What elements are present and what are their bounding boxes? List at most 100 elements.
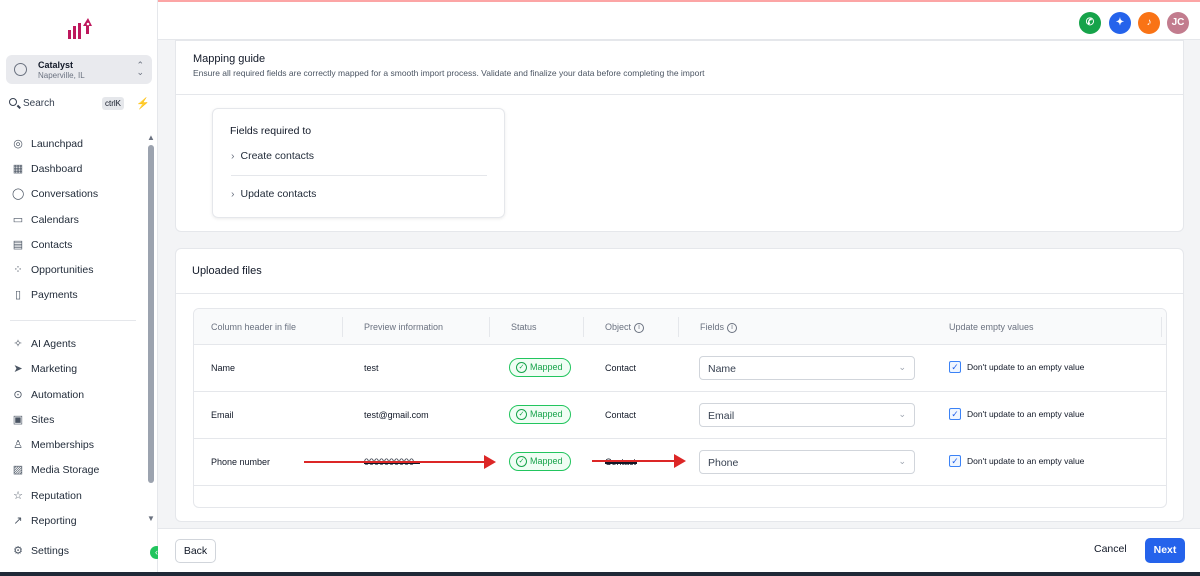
header-divider — [583, 317, 584, 337]
create-contacts-label: Create contacts — [240, 150, 315, 162]
bell-icon[interactable]: ♪ — [1138, 12, 1160, 34]
sparkle-icon: ✧ — [13, 338, 23, 350]
payments-icon: ▯ — [14, 289, 22, 301]
logo-icon[interactable] — [66, 14, 94, 42]
table-row: Name test ✓ Mapped Contact Name ⌄ ✓ Don't … — [194, 345, 1166, 392]
info-icon[interactable]: i — [634, 322, 645, 333]
back-button[interactable]: Back — [175, 539, 216, 563]
chevron-right-icon: › — [231, 188, 235, 200]
annotation-arrow — [304, 455, 496, 469]
sidebar-item-opportunities[interactable]: ⁘ Opportunities — [10, 260, 142, 280]
table-row: Email test@gmail.com ✓ Mapped Contact Ema… — [194, 392, 1166, 439]
preview-cell: test — [364, 363, 379, 373]
update-empty-checkbox[interactable]: ✓ — [949, 408, 961, 420]
sidebar-item-contacts[interactable]: ▤ Contacts — [10, 235, 142, 255]
field-select[interactable]: Phone ⌄ — [699, 450, 915, 474]
bolt-icon[interactable]: ⚡ — [136, 97, 150, 110]
sidebar-item-conversations[interactable]: ◯ Conversations — [10, 184, 142, 204]
sidebar-item-launchpad[interactable]: ◎ Launchpad — [10, 134, 142, 154]
gear-icon: ⚙ — [13, 545, 23, 557]
search-icon — [9, 98, 17, 106]
header-update-empty: Update empty values — [949, 322, 1034, 332]
sidebar: Catalyst Naperville, IL ⌃ ⌄ Search ctrlK … — [0, 0, 158, 576]
sidebar-item-settings[interactable]: ⚙ Settings — [10, 541, 142, 561]
search-input[interactable]: Search ctrlK — [6, 96, 130, 113]
sidebar-item-reporting[interactable]: ↗ Reporting — [10, 511, 142, 531]
object-cell: Contact — [605, 363, 637, 373]
check-circle-icon: ✓ — [516, 456, 527, 467]
sidebar-item-dashboard[interactable]: ▦ Dashboard — [10, 159, 142, 179]
sidebar-item-marketing[interactable]: ➤ Marketing — [10, 359, 142, 379]
update-contacts-toggle[interactable]: › Update contacts — [231, 188, 316, 200]
check-circle-icon: ✓ — [516, 409, 527, 420]
sidebar-item-reputation[interactable]: ☆ Reputation — [10, 486, 142, 506]
update-empty-checkbox[interactable]: ✓ — [949, 361, 961, 373]
sidebar-item-automation[interactable]: ⊙ Automation — [10, 385, 142, 405]
create-contacts-toggle[interactable]: › Create contacts — [231, 150, 314, 162]
status-badge: ✓ Mapped — [509, 452, 571, 471]
account-switcher[interactable]: Catalyst Naperville, IL ⌃ ⌄ — [6, 55, 152, 84]
shortcut-badge: ctrlK — [102, 97, 124, 110]
mapping-guide-card: Mapping guide Ensure all required fields… — [175, 40, 1184, 232]
header-object-label: Object — [605, 322, 632, 332]
chevron-down-icon: ⌄ — [898, 362, 906, 372]
field-select[interactable]: Email ⌄ — [699, 403, 915, 427]
header-fields: Fields i — [700, 322, 738, 333]
sidebar-item-label: Dashboard — [31, 163, 83, 175]
next-button[interactable]: Next — [1145, 538, 1185, 563]
check-circle-icon: ✓ — [516, 362, 527, 373]
scroll-down-icon[interactable]: ▼ — [147, 514, 155, 523]
sites-icon: ▣ — [12, 414, 24, 426]
header-divider — [342, 317, 343, 337]
sidebar-item-memberships[interactable]: ♙ Memberships — [10, 435, 142, 455]
info-icon[interactable]: i — [727, 322, 738, 333]
mapping-guide-title: Mapping guide — [193, 53, 266, 65]
sidebar-item-sites[interactable]: ▣ Sites — [10, 410, 142, 430]
update-empty-checkbox[interactable]: ✓ — [949, 455, 961, 467]
sidebar-item-media-storage[interactable]: ▨ Media Storage — [10, 460, 142, 480]
sidebar-item-ai-agents[interactable]: ✧ AI Agents — [10, 334, 142, 354]
header-divider — [489, 317, 490, 337]
opportunities-icon: ⁘ — [13, 264, 23, 276]
sidebar-item-payments[interactable]: ▯ Payments — [10, 285, 142, 305]
field-select-value: Name — [708, 363, 737, 375]
mapping-guide-subtitle: Ensure all required fields are correctly… — [193, 68, 705, 78]
sidebar-item-label: Opportunities — [31, 264, 94, 276]
field-select[interactable]: Name ⌄ — [699, 356, 915, 380]
top-bar: ✆ ✦ ♪ JC — [158, 0, 1200, 40]
automation-icon: ⊙ — [13, 389, 23, 401]
rocket-icon: ◎ — [13, 138, 23, 150]
update-empty-label: Don't update to an empty value — [967, 409, 1085, 419]
sidebar-item-calendars[interactable]: ▭ Calendars — [10, 210, 142, 230]
footer-bar: Back Cancel Next — [158, 528, 1200, 576]
window-bottom-edge — [0, 572, 1200, 576]
send-icon: ➤ — [13, 363, 23, 375]
field-select-value: Phone — [708, 457, 739, 469]
uploaded-files-card: Uploaded files Column header in file Pre… — [175, 248, 1184, 522]
status-label: Mapped — [530, 362, 563, 372]
sidebar-item-label: Automation — [31, 389, 85, 401]
column-header-cell: Phone number — [211, 457, 271, 467]
sidebar-item-label: Contacts — [31, 239, 73, 251]
column-header-cell: Email — [211, 410, 234, 420]
sidebar-item-label: Launchpad — [31, 138, 83, 150]
status-badge: ✓ Mapped — [509, 358, 571, 377]
header-column: Column header in file — [211, 322, 297, 332]
sidebar-item-label: Sites — [31, 414, 55, 426]
sidebar-item-label: Media Storage — [31, 464, 100, 476]
user-icon — [14, 63, 27, 76]
sparkle-ai-icon[interactable]: ✦ — [1109, 12, 1131, 34]
phone-icon[interactable]: ✆ — [1079, 12, 1101, 34]
status-label: Mapped — [530, 456, 563, 466]
star-icon: ☆ — [13, 490, 23, 502]
scroll-up-icon[interactable]: ▲ — [147, 133, 155, 142]
sidebar-scrollbar[interactable] — [148, 145, 154, 483]
status-label: Mapped — [530, 409, 563, 419]
cancel-button[interactable]: Cancel — [1094, 543, 1127, 555]
avatar[interactable]: JC — [1167, 12, 1189, 34]
update-empty-label: Don't update to an empty value — [967, 456, 1085, 466]
field-select-value: Email — [708, 410, 735, 422]
sidebar-item-label: Memberships — [31, 439, 95, 451]
status-badge: ✓ Mapped — [509, 405, 571, 424]
image-icon: ▨ — [12, 464, 24, 476]
